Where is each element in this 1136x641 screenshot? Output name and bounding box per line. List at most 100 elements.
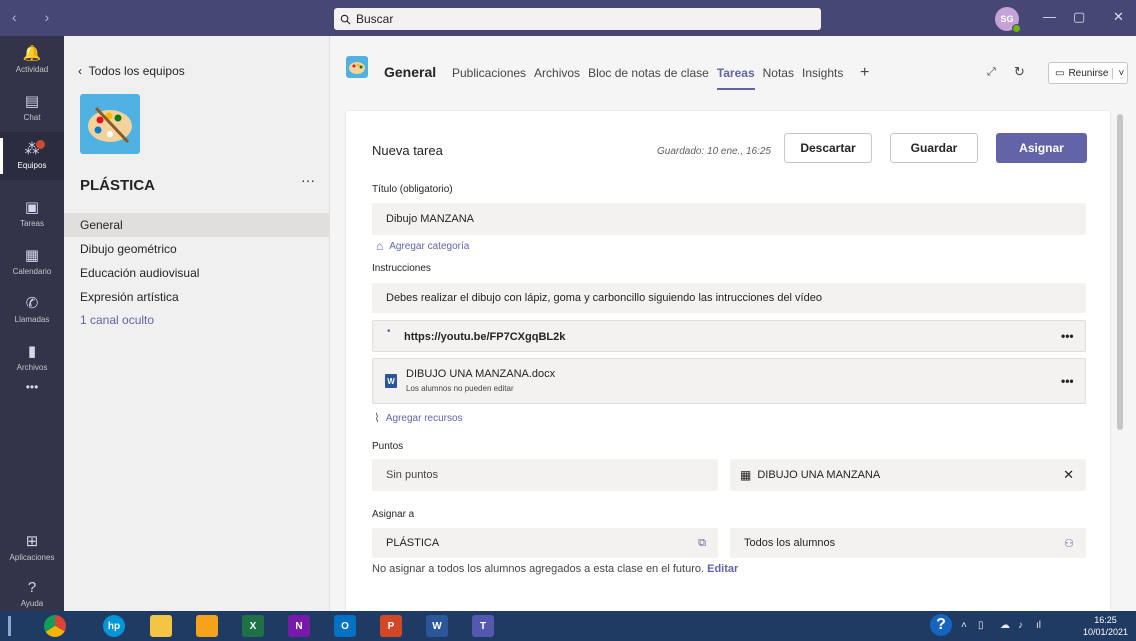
assign-class-field[interactable]: PLÁSTICA ⧉ bbox=[372, 528, 718, 558]
assign-class-value: PLÁSTICA bbox=[386, 537, 440, 549]
assign-students-field[interactable]: Todos los alumnos ⚇ bbox=[730, 528, 1086, 558]
start-handle[interactable] bbox=[8, 616, 11, 636]
tab-notas[interactable]: Notas bbox=[763, 66, 794, 90]
save-button[interactable]: Guardar bbox=[890, 133, 978, 163]
content-scrollbar[interactable] bbox=[1117, 114, 1123, 430]
remove-rubric-icon[interactable]: ✕ bbox=[1063, 467, 1074, 483]
assign-students-value: Todos los alumnos bbox=[744, 537, 836, 549]
system-clock[interactable]: 16:25 10/01/2021 bbox=[1083, 614, 1128, 638]
channel-title: General bbox=[384, 64, 437, 80]
meet-now-button[interactable]: ▭ Reunirse ˅ bbox=[1048, 62, 1128, 84]
apps-button[interactable]: ⊞ Aplicaciones bbox=[0, 524, 64, 572]
instructions-label: Instrucciones bbox=[372, 263, 431, 274]
channel-tabs: Publicaciones Archivos Bloc de notas de cl… bbox=[452, 66, 843, 90]
tab-insights[interactable]: Insights bbox=[802, 66, 843, 90]
avatar-initials: SG bbox=[1000, 14, 1014, 24]
history-nav-arrows[interactable]: ‹ › bbox=[12, 9, 61, 25]
refresh-icon[interactable]: ↻ bbox=[1014, 64, 1025, 80]
team-avatar-palette bbox=[80, 94, 140, 154]
back-label: Todos los equipos bbox=[88, 64, 185, 78]
tab-bloc-de-notas-de-clase[interactable]: Bloc de notas de clase bbox=[588, 66, 709, 90]
rail-item-label: Equipos bbox=[17, 161, 47, 170]
doc-permission-note: Los alumnos no pueden editar bbox=[406, 384, 514, 393]
help-button[interactable]: ? Ayuda bbox=[0, 579, 64, 609]
channel-item[interactable]: Dibujo geométrico bbox=[64, 237, 330, 261]
rail-item-label: Llamadas bbox=[14, 315, 50, 324]
assignments-icon: ▣ bbox=[24, 199, 40, 216]
rail-item-label: Chat bbox=[23, 113, 41, 122]
add-tab-icon[interactable]: + bbox=[860, 64, 869, 82]
channel-header: General Publicaciones Archivos Bloc de not… bbox=[330, 36, 1136, 106]
wifi-signal-icon[interactable]: ıl bbox=[1036, 620, 1041, 631]
assign-button[interactable]: Asignar bbox=[996, 133, 1087, 163]
link-resource[interactable]: • https://youtu.be/FP7CXgqBL2k ••• bbox=[372, 320, 1086, 352]
tab-publicaciones[interactable]: Publicaciones bbox=[452, 66, 526, 90]
rail-item-llamadas[interactable]: ✆ Llamadas bbox=[0, 286, 64, 334]
add-resources-label: Agregar recursos bbox=[385, 412, 463, 424]
add-category-link[interactable]: ⌂ Agregar categoría bbox=[376, 239, 469, 253]
doc-resource[interactable]: W DIBUJO UNA MANZANA.docx Los alumnos no… bbox=[372, 358, 1086, 404]
outlook-icon[interactable]: O bbox=[334, 615, 356, 637]
channel-item[interactable]: Expresión artística bbox=[64, 285, 330, 309]
tab-tareas[interactable]: Tareas bbox=[716, 66, 755, 90]
search-icon bbox=[340, 14, 351, 24]
rail-item-equipos[interactable]: ⁂ Equipos bbox=[0, 132, 64, 180]
chevron-down-icon[interactable]: ˅ bbox=[1112, 67, 1129, 79]
new-assignment-form: Nueva tarea Guardado: 10 ene., 16:25 Des… bbox=[346, 111, 1110, 611]
edit-link[interactable]: Editar bbox=[707, 563, 738, 575]
search-input[interactable]: Buscar bbox=[334, 8, 821, 30]
notification-badge bbox=[36, 140, 45, 149]
channel-item[interactable]: Educación audiovisual bbox=[64, 261, 330, 285]
presence-available-icon bbox=[1012, 24, 1021, 33]
rail-item-tareas[interactable]: ▣ Tareas bbox=[0, 190, 64, 238]
doc-more-icon[interactable]: ••• bbox=[1061, 374, 1074, 388]
help-icon: ? bbox=[27, 579, 37, 596]
minimize-icon[interactable]: — bbox=[1043, 9, 1056, 24]
volume-icon[interactable]: ♪ bbox=[1018, 620, 1023, 631]
tab-archivos[interactable]: Archivos bbox=[534, 66, 580, 90]
windows-taskbar: hp X N O P W T ? ˄ ▯ ☁ ♪ ıl 16:25 10/01/2021 bbox=[0, 611, 1136, 641]
network-icon[interactable]: ▯ bbox=[978, 620, 984, 631]
maximize-icon[interactable]: ▢ bbox=[1073, 9, 1085, 25]
file-explorer-icon[interactable] bbox=[150, 615, 172, 637]
link-more-icon[interactable]: ••• bbox=[1061, 329, 1074, 343]
instructions-field[interactable]: Debes realizar el dibujo con lápiz, goma… bbox=[372, 283, 1086, 313]
add-resources-link[interactable]: ⌇ Agregar recursos bbox=[374, 411, 463, 425]
hidden-channels-link[interactable]: 1 canal oculto bbox=[64, 308, 330, 332]
channel-item[interactable]: General bbox=[64, 213, 330, 237]
help-tray-icon[interactable]: ? bbox=[930, 614, 952, 636]
rubric-field[interactable]: ▦ DIBUJO UNA MANZANA ✕ bbox=[730, 459, 1086, 491]
points-field[interactable]: Sin puntos bbox=[372, 459, 718, 491]
rail-item-archivos[interactable]: ▮ Archivos bbox=[0, 334, 64, 382]
clock-time: 16:25 bbox=[1094, 615, 1117, 625]
rail-item-label: Actividad bbox=[15, 65, 49, 74]
word-icon[interactable]: W bbox=[426, 615, 448, 637]
avatar[interactable]: SG bbox=[995, 7, 1021, 33]
rail-item-calendario[interactable]: ▦ Calendario bbox=[0, 238, 64, 286]
close-icon[interactable]: ✕ bbox=[1113, 9, 1124, 25]
show-hidden-icons-icon[interactable]: ˄ bbox=[961, 620, 967, 631]
saved-timestamp: Guardado: 10 ene., 16:25 bbox=[657, 146, 771, 157]
onenote-icon[interactable]: N bbox=[288, 615, 310, 637]
chrome-icon[interactable] bbox=[44, 615, 66, 637]
search-placeholder: Buscar bbox=[356, 12, 394, 26]
teams-taskbar-icon[interactable]: T bbox=[472, 615, 494, 637]
add-person-icon[interactable]: ⚇ bbox=[1064, 537, 1074, 550]
back-to-teams-link[interactable]: ‹ Todos los equipos bbox=[78, 64, 185, 78]
title-field[interactable]: Dibujo MANZANA bbox=[372, 203, 1086, 235]
future-students-note: No asignar a todos los alumnos agregados… bbox=[372, 563, 738, 575]
excel-icon[interactable]: X bbox=[242, 615, 264, 637]
onedrive-icon[interactable]: ☁ bbox=[1000, 620, 1010, 631]
popout-icon[interactable]: ⤢ bbox=[987, 66, 996, 79]
hp-icon[interactable]: hp bbox=[103, 615, 125, 637]
powerpoint-icon[interactable]: P bbox=[380, 615, 402, 637]
rail-item-chat[interactable]: ▤ Chat bbox=[0, 84, 64, 132]
rail-item-actividad[interactable]: 🔔 Actividad bbox=[0, 36, 64, 84]
video-camera-icon: ▭ bbox=[1055, 67, 1065, 79]
rubric-name: DIBUJO UNA MANZANA bbox=[757, 469, 881, 481]
discard-button[interactable]: Descartar bbox=[784, 133, 872, 163]
settings-app-icon[interactable] bbox=[196, 615, 218, 637]
class-selector-icon[interactable]: ⧉ bbox=[698, 537, 706, 550]
apps-label: Aplicaciones bbox=[9, 553, 55, 562]
team-more-options-icon[interactable]: ··· bbox=[301, 172, 315, 188]
